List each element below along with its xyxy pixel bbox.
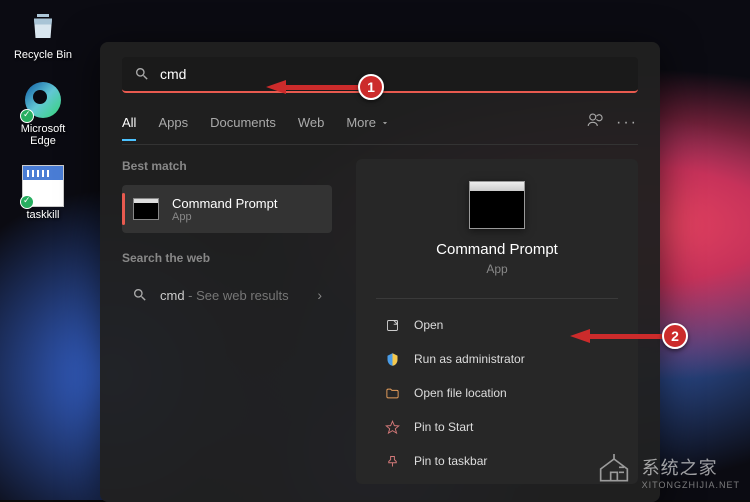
divider [376,298,618,299]
watermark: 系统之家 XITONGZHIJIA.NET [594,451,740,492]
tab-more[interactable]: More [346,115,390,130]
search-input[interactable] [160,66,626,82]
folder-icon [384,385,400,401]
tab-documents[interactable]: Documents [210,115,276,130]
search-web-label: Search the web [122,251,332,265]
batch-file-icon [22,165,64,207]
desktop-icon-label: taskkill [26,209,59,221]
shield-admin-icon [384,351,400,367]
tab-apps[interactable]: Apps [158,115,188,130]
action-open-file-location[interactable]: Open file location [376,377,618,409]
results-column: Best match Command Prompt App Search the… [100,159,346,484]
action-pin-to-taskbar[interactable]: Pin to taskbar [376,445,618,477]
command-prompt-icon [132,195,160,223]
result-sub: App [172,211,322,223]
desktop-icon-label: Recycle Bin [14,49,72,61]
filter-tabs: All Apps Documents Web More ··· [122,111,638,145]
best-match-label: Best match [122,159,332,173]
watermark-main: 系统之家 [642,454,740,480]
tab-web[interactable]: Web [298,115,325,130]
action-run-as-admin[interactable]: Run as administrator [376,343,618,375]
pin-icon [384,419,400,435]
result-command-prompt[interactable]: Command Prompt App [122,185,332,233]
recycle-bin-icon [22,5,64,47]
search-icon [134,66,150,82]
result-title: Command Prompt [172,196,322,211]
detail-panel: Command Prompt App Open Run as administr… [356,159,638,484]
open-icon [384,317,400,333]
more-options-icon[interactable]: ··· [616,114,638,132]
action-pin-to-start[interactable]: Pin to Start [376,411,618,443]
start-search-panel: All Apps Documents Web More ··· Best mat… [100,42,660,502]
search-box[interactable] [122,57,638,93]
watermark-logo-icon [594,451,634,492]
chevron-right-icon: › [317,287,322,303]
action-open[interactable]: Open [376,309,618,341]
taskkill-shortcut[interactable]: taskkill [8,165,78,221]
desktop-icon-label: Microsoft Edge [8,123,78,147]
edge-shortcut[interactable]: Microsoft Edge [8,79,78,147]
chevron-down-icon [380,118,390,128]
watermark-sub: XITONGZHIJIA.NET [642,480,740,490]
detail-sub: App [486,262,507,276]
edge-icon [22,79,64,121]
recycle-bin-shortcut[interactable]: Recycle Bin [8,5,78,61]
feedback-icon[interactable] [586,111,604,134]
detail-title: Command Prompt [436,241,558,258]
tab-all[interactable]: All [122,115,136,130]
search-icon [132,287,148,303]
pin-icon [384,453,400,469]
desktop-icons-area: Recycle Bin Microsoft Edge taskkill [8,5,78,221]
command-prompt-icon [469,181,525,229]
web-result-cmd[interactable]: cmd - See web results › [122,277,332,313]
web-result-text: cmd - See web results [160,288,305,303]
